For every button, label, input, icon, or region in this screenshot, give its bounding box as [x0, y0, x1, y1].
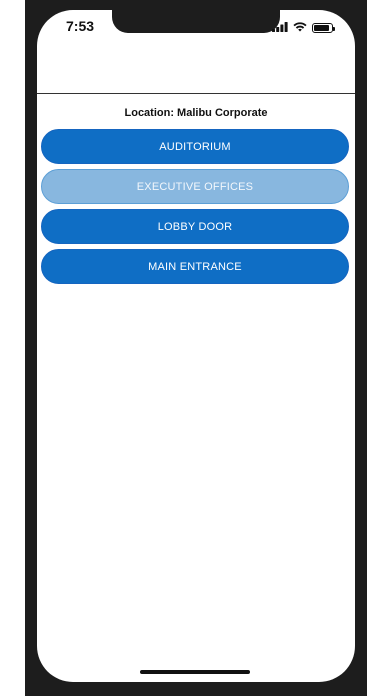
- nav-divider: [37, 93, 355, 94]
- notch: [112, 10, 280, 33]
- device-frame: 7:53 Location: Malibu Corporate AUDITORI…: [0, 0, 392, 696]
- door-list: AUDITORIUM EXECUTIVE OFFICES LOBBY DOOR …: [41, 129, 351, 289]
- screen: 7:53 Location: Malibu Corporate AUDITORI…: [37, 10, 355, 682]
- home-indicator[interactable]: [140, 670, 250, 674]
- location-label: Location: Malibu Corporate: [124, 107, 268, 119]
- battery-level: [314, 25, 329, 31]
- battery-icon: [312, 23, 335, 33]
- door-button-lobby-door[interactable]: LOBBY DOOR: [41, 209, 349, 244]
- door-button-auditorium[interactable]: AUDITORIUM: [41, 129, 349, 164]
- status-icons: [272, 19, 335, 37]
- door-button-executive-offices[interactable]: EXECUTIVE OFFICES: [41, 169, 349, 204]
- status-time: 7:53: [66, 18, 95, 34]
- wifi-icon: [293, 19, 307, 37]
- door-button-main-entrance[interactable]: MAIN ENTRANCE: [41, 249, 349, 284]
- signal-icon: [272, 19, 288, 37]
